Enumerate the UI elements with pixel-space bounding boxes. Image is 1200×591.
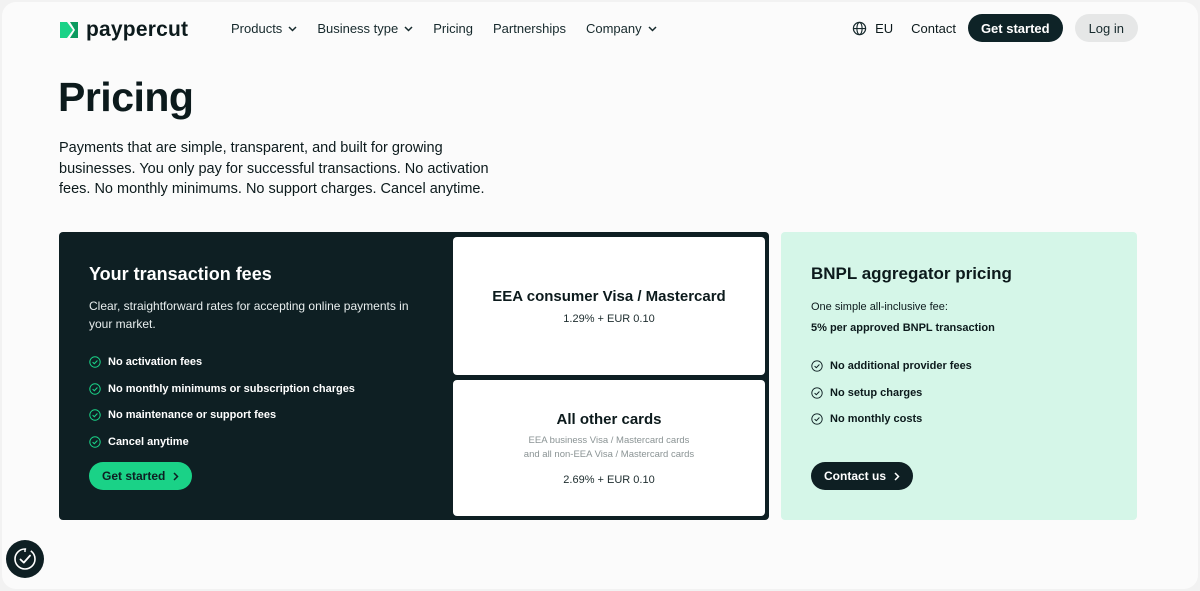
feature-label: No activation fees	[108, 356, 203, 369]
cookie-consent-icon	[14, 548, 36, 570]
fees-feature-list: No activation fees No monthly minimums o…	[89, 349, 419, 455]
check-circle-icon	[811, 360, 823, 372]
chevron-down-icon	[648, 25, 657, 32]
list-item: No monthly costs	[811, 406, 1111, 433]
rate-note: EEA business Visa / Mastercard cards and …	[523, 434, 695, 460]
logo-text: paypercut	[86, 18, 189, 41]
check-circle-icon	[89, 409, 101, 421]
menu-products[interactable]: Products	[231, 21, 297, 36]
rate-other-cards: All other cards EEA business Visa / Mast…	[453, 380, 765, 516]
menu-label: Business type	[317, 21, 399, 36]
menu-label: Company	[585, 21, 642, 36]
button-label: Get started	[102, 469, 166, 483]
page-title: Pricing	[58, 74, 194, 120]
check-circle-icon	[811, 413, 823, 425]
intro-text: Payments that are simple, transparent, a…	[59, 140, 489, 197]
fees-subtitle: Clear, straightforward rates for accepti…	[89, 299, 409, 331]
transaction-fees-card: Your transaction fees Clear, straightfor…	[59, 232, 769, 520]
page: paypercut Products Business type Pricing…	[2, 2, 1198, 589]
button-label: Contact us	[824, 469, 887, 483]
cookie-consent-button[interactable]	[6, 540, 44, 578]
list-item: No setup charges	[811, 380, 1111, 407]
contact-us-button[interactable]: Contact us	[811, 462, 914, 490]
chevron-down-icon	[404, 25, 413, 32]
bnpl-fee: 5% per approved BNPL transaction	[811, 322, 995, 334]
top-navigation: paypercut Products Business type Pricing…	[2, 2, 1198, 58]
logo-icon	[60, 22, 78, 38]
menu-business-type[interactable]: Business type	[317, 21, 413, 36]
check-circle-icon	[89, 436, 101, 448]
main-menu: Products Business type Pricing Partnersh…	[231, 21, 657, 36]
bnpl-pricing-card: BNPL aggregator pricing One simple all-i…	[781, 232, 1137, 520]
check-circle-icon	[89, 383, 101, 395]
list-item: No activation fees	[89, 349, 419, 376]
bnpl-description: One simple all-inclusive fee: 5% per app…	[811, 297, 1111, 339]
fees-title: Your transaction fees	[89, 264, 272, 284]
fees-get-started-button[interactable]: Get started	[89, 462, 193, 490]
feature-label: No maintenance or support fees	[108, 409, 277, 422]
rate-name: All other cards	[556, 410, 662, 428]
nav-actions: EU Contact Get started Log in	[852, 14, 1138, 42]
login-button[interactable]: Log in	[1074, 14, 1138, 42]
globe-icon	[852, 21, 867, 35]
feature-label: No additional provider fees	[830, 360, 972, 373]
check-circle-icon	[811, 387, 823, 399]
logo[interactable]: paypercut	[58, 18, 188, 42]
chevron-down-icon	[288, 25, 297, 32]
feature-label: No setup charges	[830, 386, 923, 399]
menu-label: Partnerships	[493, 21, 566, 36]
bnpl-subtitle: One simple all-inclusive fee:	[811, 301, 948, 313]
menu-partnerships[interactable]: Partnerships	[493, 21, 566, 36]
rate-name: EEA consumer Visa / Mastercard	[492, 287, 726, 305]
check-circle-icon	[89, 356, 101, 368]
menu-pricing[interactable]: Pricing	[433, 21, 473, 36]
rate-value: 1.29% + EUR 0.10	[563, 312, 655, 325]
list-item: No additional provider fees	[811, 353, 1111, 380]
rate-eea-consumer: EEA consumer Visa / Mastercard 1.29% + E…	[453, 237, 765, 375]
bnpl-title: BNPL aggregator pricing	[811, 264, 1012, 283]
get-started-button[interactable]: Get started	[967, 14, 1063, 42]
feature-label: No monthly costs	[830, 413, 923, 426]
chevron-right-icon	[894, 471, 900, 481]
rate-value: 2.69% + EUR 0.10	[563, 473, 655, 486]
menu-label: Pricing	[433, 21, 473, 36]
list-item: No monthly minimums or subscription char…	[89, 376, 419, 403]
list-item: No maintenance or support fees	[89, 402, 419, 429]
region-label: EU	[875, 20, 894, 36]
chevron-right-icon	[173, 471, 179, 481]
feature-label: No monthly minimums or subscription char…	[108, 382, 355, 395]
region-selector[interactable]: EU	[852, 21, 893, 36]
bnpl-summary: BNPL aggregator pricing One simple all-i…	[811, 264, 1111, 433]
list-item: Cancel anytime	[89, 429, 419, 456]
bnpl-feature-list: No additional provider fees No setup cha…	[811, 353, 1111, 433]
menu-label: Products	[231, 21, 283, 36]
fees-summary: Your transaction fees Clear, straightfor…	[89, 264, 419, 455]
menu-company[interactable]: Company	[586, 21, 657, 36]
contact-link[interactable]: Contact	[911, 21, 956, 36]
feature-label: Cancel anytime	[108, 435, 189, 448]
